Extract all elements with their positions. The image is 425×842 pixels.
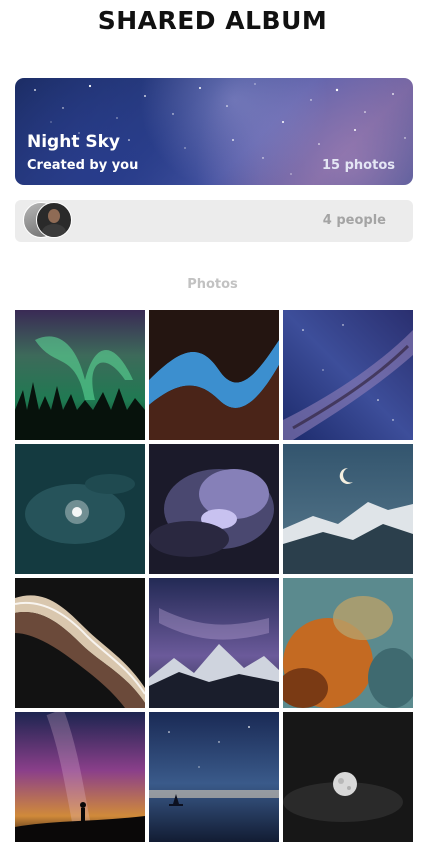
photo-tile-crescent-mountains[interactable]: [283, 444, 413, 574]
album-cover-card[interactable]: Night Sky Created by you 15 photos: [15, 78, 413, 185]
photos-section-label: Photos: [187, 277, 238, 292]
photo-grid: [15, 310, 413, 842]
photo-tile-sailboat[interactable]: [149, 712, 279, 842]
photo-tile-moon-clouds[interactable]: [15, 444, 145, 574]
album-photo-count: 15 photos: [322, 158, 395, 173]
shared-people-bar[interactable]: 4 people: [15, 200, 413, 242]
photo-tile-full-moon[interactable]: [283, 712, 413, 842]
photo-tile-aurora[interactable]: [15, 310, 145, 440]
photo-tile-agate[interactable]: [15, 578, 145, 708]
page-title: SHARED ALBUM: [97, 6, 328, 35]
avatar: [36, 202, 72, 238]
photo-tile-mountain-galaxy[interactable]: [149, 578, 279, 708]
photo-tile-nebula[interactable]: [283, 578, 413, 708]
album-name: Night Sky: [27, 132, 121, 152]
photo-tile-canyon[interactable]: [149, 310, 279, 440]
photo-tile-lightning[interactable]: [149, 444, 279, 574]
photo-tile-milky-way[interactable]: [283, 310, 413, 440]
photo-tile-silhouette[interactable]: [15, 712, 145, 842]
album-creator: Created by you: [27, 158, 139, 173]
people-count: 4 people: [322, 213, 386, 228]
